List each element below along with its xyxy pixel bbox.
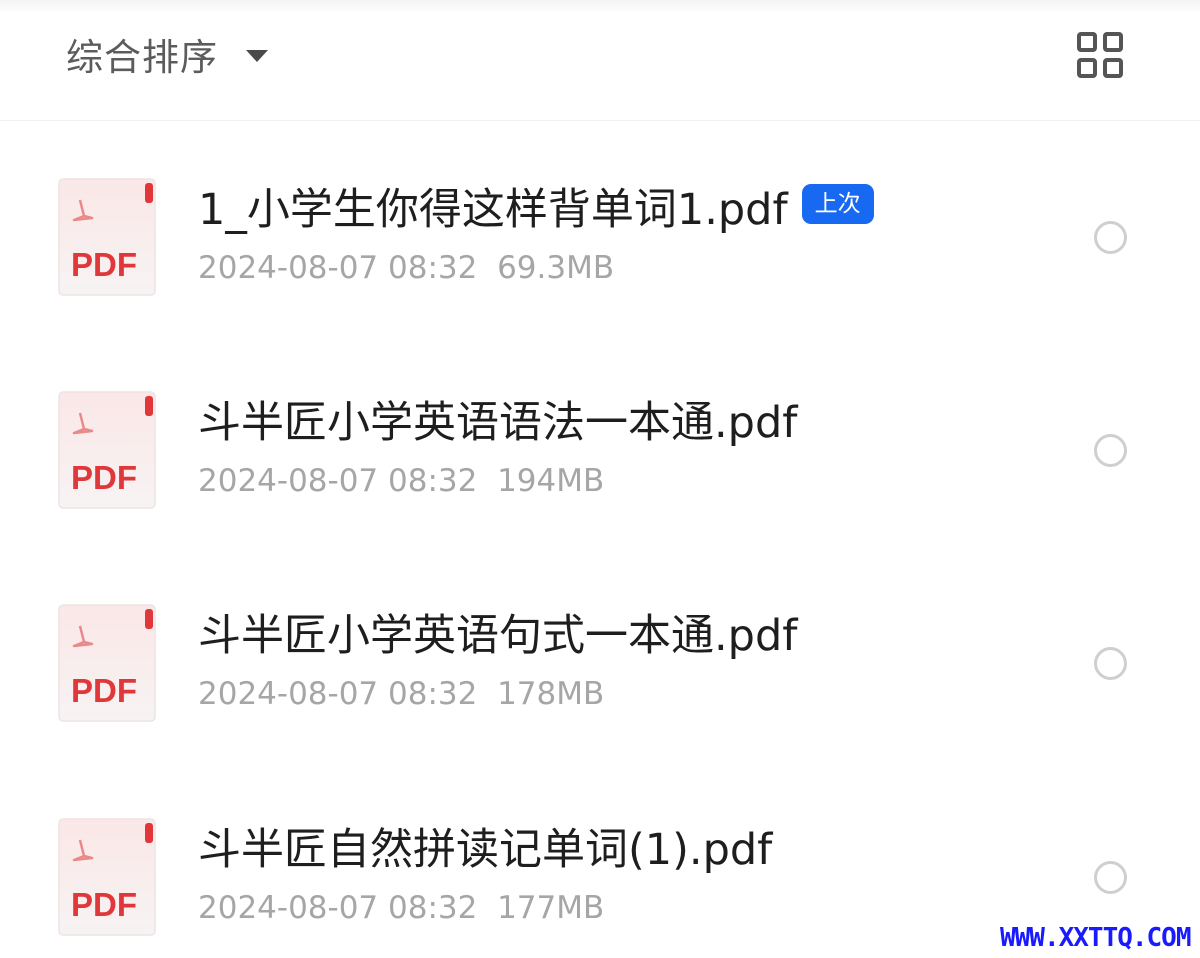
caret-down-icon <box>246 49 268 62</box>
file-row[interactable]: PDF 斗半匠小学英语句式一本通.pdf 2024-08-07 08:32 17… <box>0 556 1200 756</box>
pdf-file-icon: PDF <box>58 818 156 936</box>
pdf-file-icon: PDF <box>58 604 156 722</box>
select-radio[interactable] <box>1094 434 1127 467</box>
file-size: 178MB <box>497 676 605 712</box>
file-name: 斗半匠自然拼读记单词(1).pdf <box>198 825 773 875</box>
file-name: 1_小学生你得这样背单词1.pdf <box>198 185 788 235</box>
file-row[interactable]: PDF 1_小学生你得这样背单词1.pdf 上次 2024-08-07 08:3… <box>0 130 1200 330</box>
file-date: 2024-08-07 08:32 <box>198 463 478 499</box>
svg-text:PDF: PDF <box>71 246 137 283</box>
sort-label: 综合排序 <box>66 36 218 79</box>
file-name-line: 1_小学生你得这样背单词1.pdf 上次 <box>198 180 874 240</box>
file-meta: 2024-08-07 08:32 177MB <box>198 888 604 928</box>
file-meta: 2024-08-07 08:32 194MB <box>198 461 604 501</box>
select-radio[interactable] <box>1094 861 1127 894</box>
select-radio[interactable] <box>1094 647 1127 680</box>
file-size: 177MB <box>497 890 605 926</box>
select-radio[interactable] <box>1094 221 1127 254</box>
file-meta: 2024-08-07 08:32 178MB <box>198 674 604 714</box>
file-date: 2024-08-07 08:32 <box>198 250 478 286</box>
pdf-file-icon: PDF <box>58 391 156 509</box>
file-name-line: 斗半匠小学英语语法一本通.pdf <box>198 393 797 453</box>
recent-badge: 上次 <box>801 184 874 224</box>
file-name: 斗半匠小学英语句式一本通.pdf <box>198 611 798 661</box>
file-date: 2024-08-07 08:32 <box>198 676 478 712</box>
file-row[interactable]: PDF 斗半匠小学英语语法一本通.pdf 2024-08-07 08:32 19… <box>0 343 1200 543</box>
file-name: 斗半匠小学英语语法一本通.pdf <box>198 398 798 448</box>
file-date: 2024-08-07 08:32 <box>198 890 478 926</box>
svg-text:PDF: PDF <box>71 886 137 923</box>
watermark: WWW.XXTTQ.COM <box>1000 923 1191 953</box>
file-size: 194MB <box>497 463 605 499</box>
file-meta: 2024-08-07 08:32 69.3MB <box>198 248 614 288</box>
svg-text:PDF: PDF <box>71 672 137 709</box>
sort-dropdown[interactable]: 综合排序 <box>66 28 268 80</box>
file-browser-screen: 综合排序 PDF 1_小学生你得这样背单词1.pdf 上次 2024-08-07… <box>0 0 1200 958</box>
grid-view-icon[interactable] <box>1076 31 1124 79</box>
pdf-file-icon: PDF <box>58 178 156 296</box>
file-name-line: 斗半匠小学英语句式一本通.pdf <box>198 606 797 666</box>
svg-text:PDF: PDF <box>71 459 137 496</box>
list-toolbar: 综合排序 <box>0 0 1200 121</box>
file-name-line: 斗半匠自然拼读记单词(1).pdf <box>198 820 772 880</box>
file-size: 69.3MB <box>497 250 615 286</box>
